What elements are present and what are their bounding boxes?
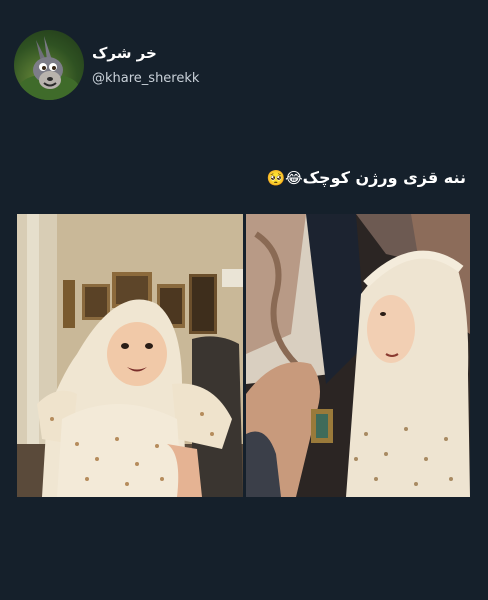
tweet-body: ننه قزی ورژن کوچک bbox=[302, 168, 466, 187]
display-name[interactable]: خر شرک bbox=[92, 44, 157, 62]
tweet-emojis: 😂🥺 bbox=[266, 169, 303, 187]
tweet-photo-right[interactable] bbox=[246, 214, 470, 497]
tweet-photo-left[interactable] bbox=[17, 214, 243, 497]
donkey-avatar-icon[interactable] bbox=[14, 30, 84, 100]
tweet-header: خر شرک @khare_sherekk bbox=[14, 30, 474, 100]
tweet-text: ننه قزی ورژن کوچک😂🥺 bbox=[266, 168, 466, 187]
user-handle[interactable]: @khare_sherekk bbox=[92, 71, 199, 86]
